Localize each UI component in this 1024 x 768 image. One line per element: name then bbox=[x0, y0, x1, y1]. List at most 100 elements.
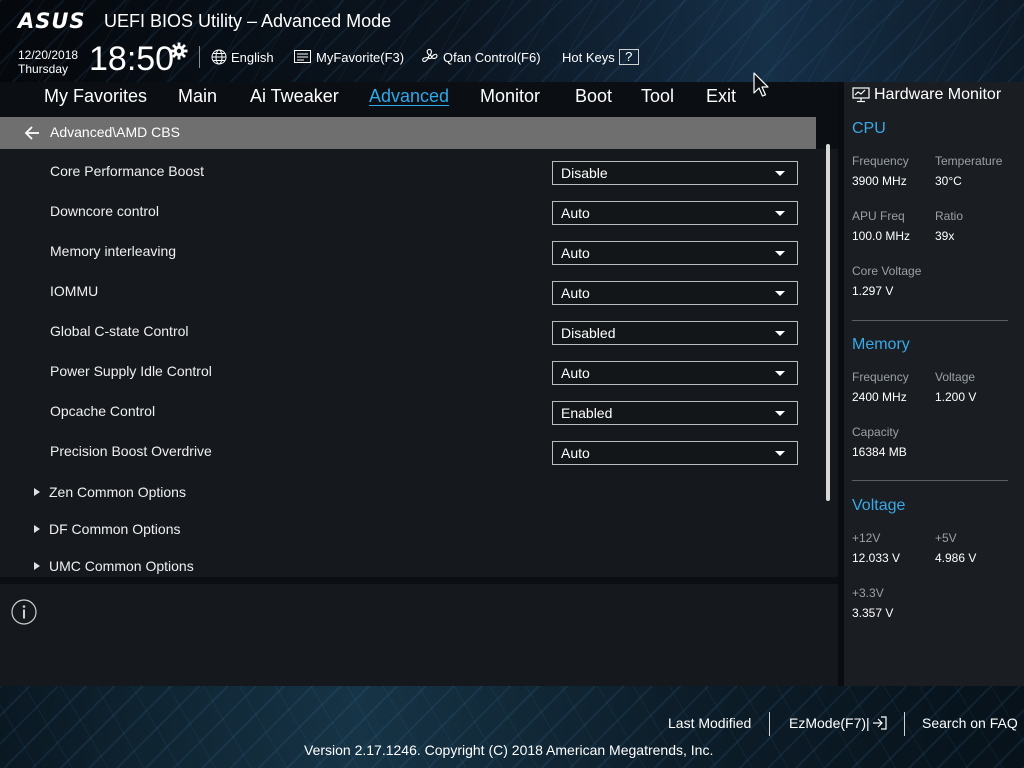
dropdown-value: Auto bbox=[561, 205, 590, 221]
dropdown-value: Disable bbox=[561, 165, 608, 181]
tab-advanced[interactable]: Advanced bbox=[369, 86, 449, 107]
memory-heading: Memory bbox=[852, 336, 910, 353]
last-modified-button[interactable]: Last Modified bbox=[668, 715, 751, 731]
memory-capacity-label: Capacity bbox=[852, 425, 899, 439]
power-supply-idle-control-dropdown[interactable]: Auto bbox=[552, 361, 798, 385]
language-label: English bbox=[231, 49, 274, 65]
cpu-frequency-label: Frequency bbox=[852, 154, 909, 168]
favorite-list-icon bbox=[294, 50, 311, 63]
search-faq-button[interactable]: Search on FAQ bbox=[922, 715, 1018, 731]
expand-arrow-icon bbox=[34, 525, 40, 533]
ezmode-button[interactable]: EzMode(F7)| bbox=[789, 715, 888, 731]
tab-main[interactable]: Main bbox=[178, 86, 217, 107]
memory-voltage-value: 1.200 V bbox=[935, 390, 977, 404]
memory-frequency-value: 2400 MHz bbox=[852, 390, 907, 404]
tab-boot[interactable]: Boot bbox=[575, 86, 612, 107]
dropdown-value: Disabled bbox=[561, 325, 616, 341]
hot-keys-button[interactable]: Hot Keys ? bbox=[562, 46, 639, 68]
cpu-temperature-label: Temperature bbox=[935, 154, 1003, 168]
setting-label-opcache-control: Opcache Control bbox=[50, 403, 156, 419]
globe-icon bbox=[211, 49, 227, 65]
v12-label: +12V bbox=[852, 531, 881, 545]
chevron-down-icon bbox=[775, 411, 785, 416]
language-button[interactable]: English bbox=[211, 46, 274, 68]
memory-interleaving-dropdown[interactable]: Auto bbox=[552, 241, 798, 265]
day-text: Thursday bbox=[18, 62, 69, 76]
opcache-control-dropdown[interactable]: Enabled bbox=[552, 401, 798, 425]
chevron-down-icon bbox=[775, 171, 785, 176]
precision-boost-overdrive-dropdown[interactable]: Auto bbox=[552, 441, 798, 465]
ratio-value: 39x bbox=[935, 229, 955, 243]
memory-frequency-label: Frequency bbox=[852, 370, 909, 384]
section-divider bbox=[852, 320, 1008, 321]
hardware-monitor-title: Hardware Monitor bbox=[852, 86, 1001, 104]
mouse-cursor-icon bbox=[753, 72, 769, 97]
header-separator bbox=[199, 46, 200, 68]
iommu-dropdown[interactable]: Auto bbox=[552, 281, 798, 305]
monitor-icon bbox=[852, 87, 870, 103]
core-performance-boost-dropdown[interactable]: Disable bbox=[552, 161, 798, 185]
my-favorite-button[interactable]: MyFavorite(F3) bbox=[294, 46, 404, 68]
breadcrumb-path: Advanced\AMD CBS bbox=[50, 124, 180, 140]
copyright-text: Version 2.17.1246. Copyright (C) 2018 Am… bbox=[304, 742, 714, 758]
qfan-control-label: Qfan Control(F6) bbox=[443, 49, 541, 65]
global-c-state-control-dropdown[interactable]: Disabled bbox=[552, 321, 798, 345]
chevron-down-icon bbox=[775, 451, 785, 456]
chevron-down-icon bbox=[775, 251, 785, 256]
cpu-frequency-value: 3900 MHz bbox=[852, 174, 907, 188]
dropdown-value: Auto bbox=[561, 245, 590, 261]
fan-icon bbox=[422, 48, 438, 63]
apu-freq-value: 100.0 MHz bbox=[852, 229, 911, 243]
v5-value: 4.986 V bbox=[935, 551, 977, 565]
ezmode-label: EzMode(F7)| bbox=[789, 715, 870, 731]
tab-tool[interactable]: Tool bbox=[641, 86, 674, 107]
tab-exit[interactable]: Exit bbox=[706, 86, 736, 107]
footer-separator bbox=[769, 712, 770, 736]
scrollbar[interactable] bbox=[826, 144, 830, 501]
hardware-monitor-panel: Hardware Monitor CPU Frequency Temperatu… bbox=[844, 82, 1024, 686]
submenu-label: UMC Common Options bbox=[49, 558, 194, 574]
dropdown-value: Auto bbox=[561, 285, 590, 301]
core-voltage-value: 1.297 V bbox=[852, 284, 894, 298]
chevron-down-icon bbox=[775, 291, 785, 296]
submenu-zen-common-options[interactable]: Zen Common Options bbox=[34, 484, 186, 500]
hardware-monitor-label: Hardware Monitor bbox=[874, 86, 1002, 103]
submenu-df-common-options[interactable]: DF Common Options bbox=[34, 521, 180, 537]
downcore-control-dropdown[interactable]: Auto bbox=[552, 201, 798, 225]
tab-monitor[interactable]: Monitor bbox=[480, 86, 540, 107]
setting-label-iommu: IOMMU bbox=[50, 283, 99, 299]
date-text: 12/20/2018 bbox=[18, 48, 79, 62]
setting-label-core-performance-boost: Core Performance Boost bbox=[50, 163, 205, 179]
setting-label-downcore-control: Downcore control bbox=[50, 203, 159, 219]
voltage-heading: Voltage bbox=[852, 497, 906, 514]
setting-label-memory-interleaving: Memory interleaving bbox=[50, 243, 177, 259]
back-arrow-icon[interactable] bbox=[24, 125, 42, 141]
help-panel bbox=[0, 584, 838, 686]
submenu-label: Zen Common Options bbox=[49, 484, 186, 500]
cpu-temperature-value: 30°C bbox=[935, 174, 962, 188]
memory-capacity-value: 16384 MB bbox=[852, 445, 907, 459]
help-question-icon: ? bbox=[618, 49, 639, 65]
expand-arrow-icon bbox=[34, 562, 40, 570]
core-voltage-label: Core Voltage bbox=[852, 264, 922, 278]
chevron-down-icon bbox=[775, 371, 785, 376]
tab-my-favorites[interactable]: My Favorites bbox=[44, 86, 147, 107]
footer-separator bbox=[904, 712, 905, 736]
v5-label: +5V bbox=[935, 531, 957, 545]
submenu-umc-common-options[interactable]: UMC Common Options bbox=[34, 558, 194, 574]
main-menu-bar: My Favorites Main Ai Tweaker Advanced Mo… bbox=[0, 82, 838, 112]
section-divider bbox=[852, 480, 1008, 481]
asus-logo: ASUS bbox=[18, 9, 86, 33]
chevron-down-icon bbox=[775, 211, 785, 216]
info-icon bbox=[11, 599, 37, 625]
hot-keys-label: Hot Keys bbox=[562, 49, 615, 65]
tab-ai-tweaker[interactable]: Ai Tweaker bbox=[250, 86, 339, 107]
v33-value: 3.357 V bbox=[852, 606, 894, 620]
cpu-heading: CPU bbox=[852, 120, 886, 137]
memory-voltage-label: Voltage bbox=[935, 370, 976, 384]
clock: 18:50 bbox=[89, 40, 175, 78]
qfan-control-button[interactable]: Qfan Control(F6) bbox=[421, 46, 541, 68]
setting-label-global-c-state-control: Global C-state Control bbox=[50, 323, 189, 339]
v33-label: +3.3V bbox=[852, 586, 884, 600]
gear-icon[interactable] bbox=[170, 42, 188, 60]
